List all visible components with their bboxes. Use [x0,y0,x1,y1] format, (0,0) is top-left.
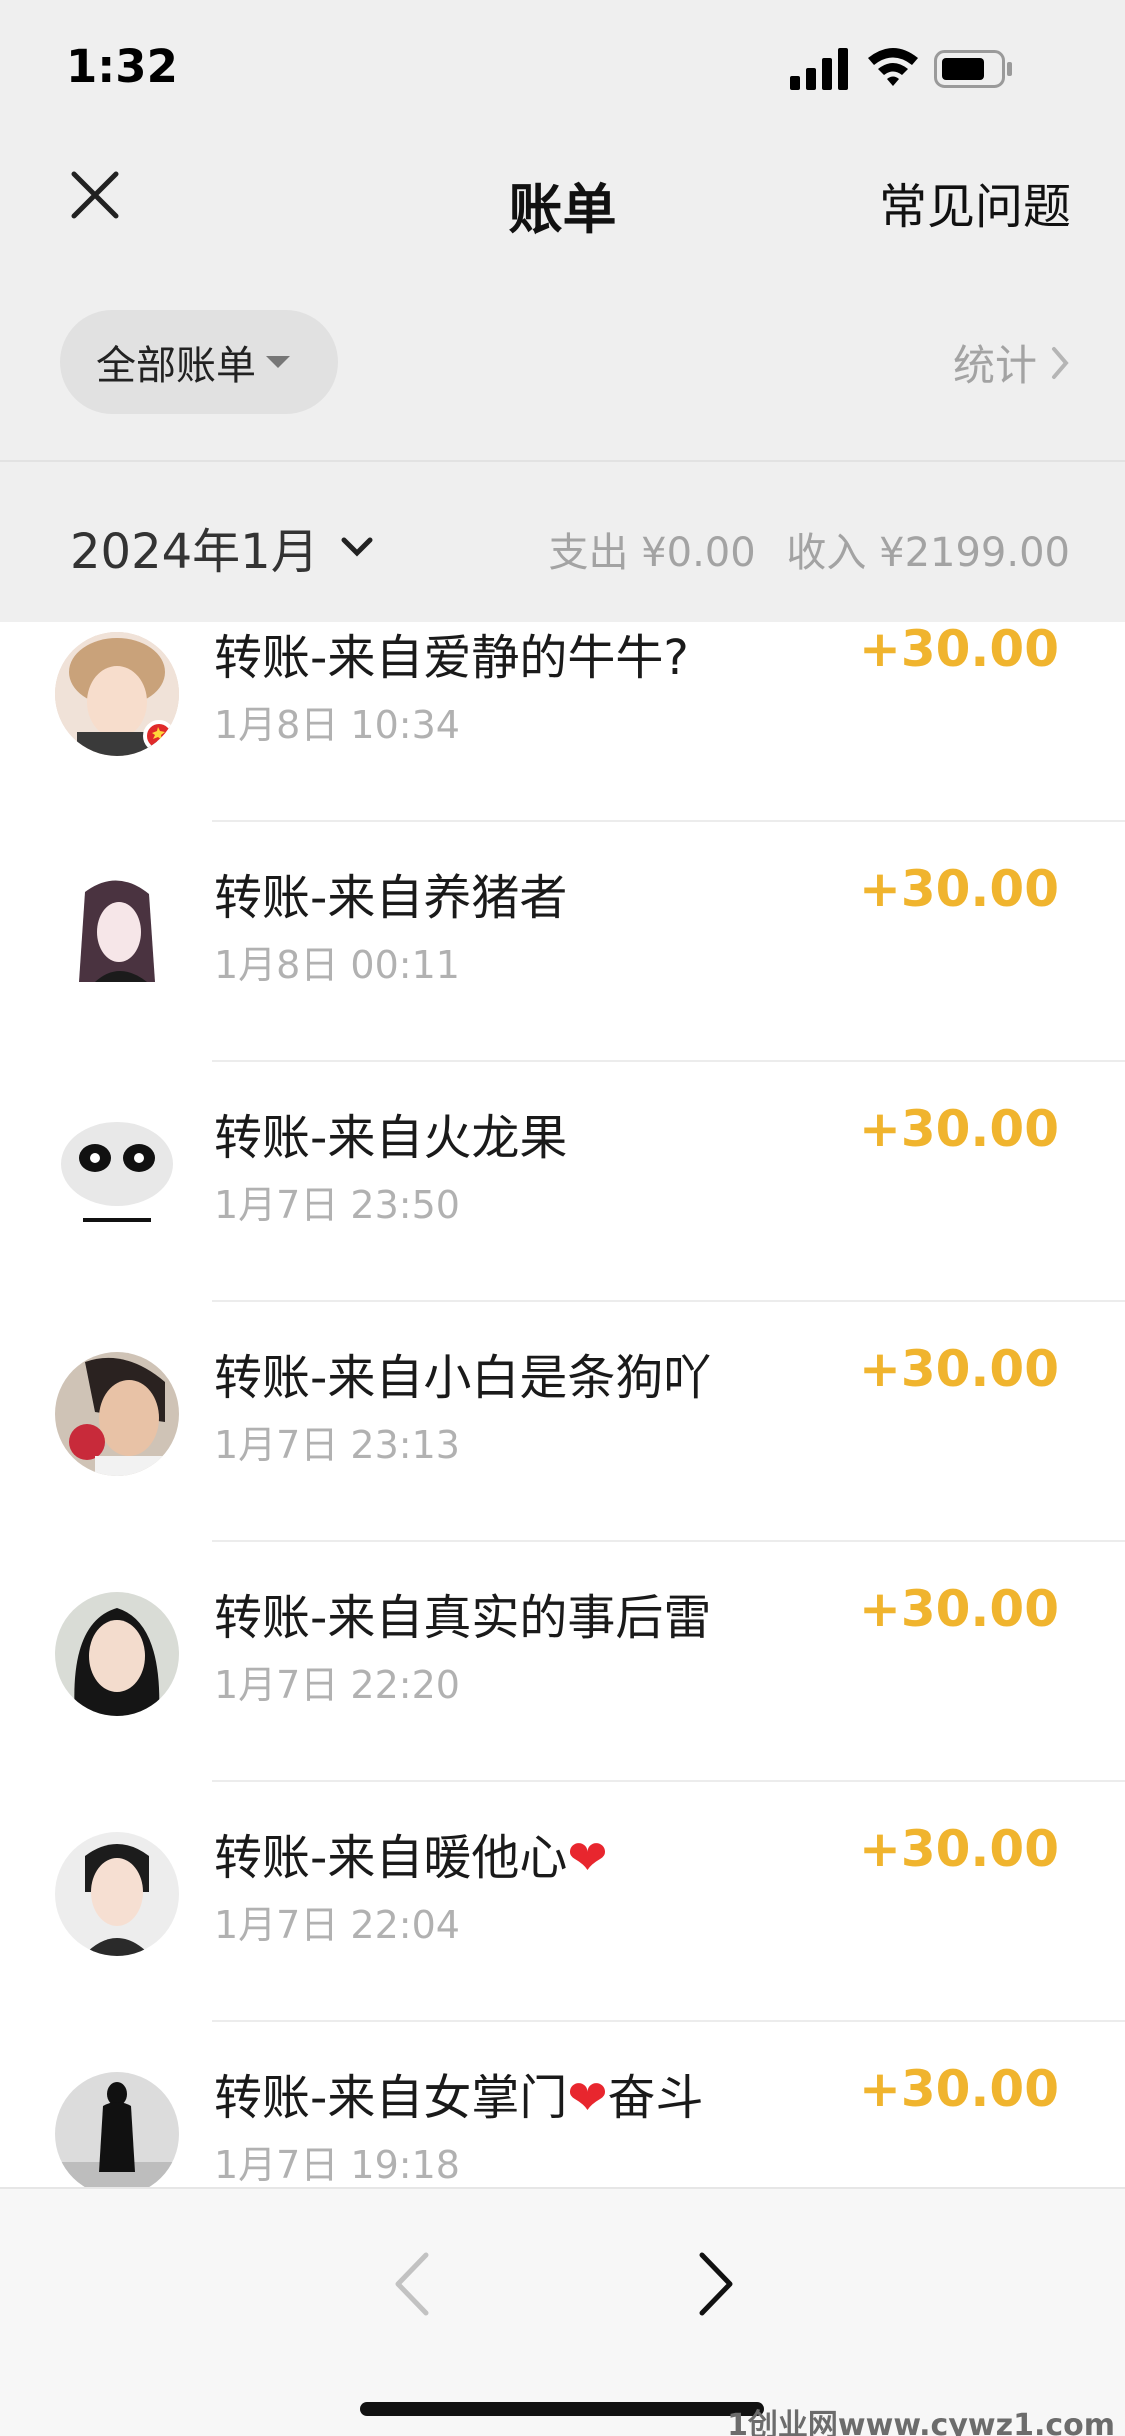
transaction-item[interactable]: 转账-来自真实的事后雷 1月7日 22:20 +30.00 [0,1542,1125,1782]
transaction-amount: +30.00 [858,1340,1059,1398]
transaction-item[interactable]: 转账-来自火龙果 1月7日 23:50 +30.00 [0,1062,1125,1302]
transaction-time: 1月7日 19:18 [214,2143,460,2187]
transaction-time: 1月8日 10:34 [214,703,460,747]
transaction-time: 1月7日 23:13 [214,1423,460,1467]
transaction-title: 转账-来自暖他心❤ [214,1818,608,1888]
transaction-amount: +30.00 [858,860,1059,918]
avatar [55,632,179,756]
bill-filter-dropdown[interactable]: 全部账单 [60,310,338,414]
wifi-icon [868,48,918,86]
faq-link[interactable]: 常见问题 [879,167,1071,237]
bottom-toolbar [0,2187,1125,2436]
income-summary: 收入 ¥2199.00 [786,530,1070,576]
expense-summary: 支出 ¥0.00 [548,530,756,576]
avatar [55,1352,179,1476]
transaction-amount: +30.00 [858,2060,1059,2118]
transaction-item[interactable]: 转账-来自小白是条狗吖 1月7日 23:13 +30.00 [0,1302,1125,1542]
heart-icon: ❤ [567,1830,608,1886]
nav-bar: 账单 常见问题 [0,145,1125,255]
forward-arrow-icon[interactable] [696,2251,736,2317]
transaction-item[interactable]: 转账-来自爱静的牛牛? 1月8日 10:34 +30.00 [0,622,1125,822]
transaction-amount: +30.00 [858,1580,1059,1638]
transaction-time: 1月7日 22:04 [214,1903,460,1947]
status-time: 1:32 [66,40,178,93]
transaction-time: 1月7日 23:50 [214,1183,460,1227]
home-indicator [360,2402,764,2416]
month-selector[interactable]: 2024年1月 [70,512,373,582]
avatar [55,1832,179,1956]
avatar [55,1592,179,1716]
status-bar: 1:32 [0,0,1125,135]
transaction-amount: +30.00 [858,622,1059,678]
transaction-time: 1月8日 00:11 [214,943,460,987]
chevron-right-icon [1052,346,1069,379]
transaction-time: 1月7日 22:20 [214,1663,460,1707]
title-text-suffix: 奋斗 [607,2070,704,2126]
month-row: 2024年1月 支出 ¥0.00 收入 ¥2199.00 [0,462,1125,622]
transaction-amount: +30.00 [858,1100,1059,1158]
watermark: 1创业网www.cywz1.com [727,2408,1115,2436]
month-summary: 支出 ¥0.00 收入 ¥2199.00 [530,520,1070,578]
transaction-item[interactable]: 转账-来自暖他心❤ 1月7日 22:04 +30.00 [0,1782,1125,2022]
battery-icon [934,50,1012,88]
heart-icon: ❤ [567,2070,608,2126]
transaction-item[interactable]: 转账-来自女掌门❤奋斗 1月7日 19:18 +30.00 [0,2022,1125,2187]
stats-link[interactable]: 统计 [953,332,1069,393]
caret-down-icon [266,356,290,368]
avatar [55,872,179,996]
filter-label: 全部账单 [96,343,256,389]
stats-label: 统计 [952,341,1037,390]
transaction-list: 转账-来自爱静的牛牛? 1月8日 10:34 +30.00 转账-来自养猪者 1… [0,622,1125,2187]
transaction-title: 转账-来自爱静的牛牛? [214,630,689,686]
signal-icon [790,48,848,90]
transaction-title: 转账-来自真实的事后雷 [214,1590,712,1646]
transaction-title: 转账-来自女掌门❤奋斗 [214,2058,704,2128]
avatar [55,1112,179,1236]
title-text: 转账-来自女掌门 [214,2070,568,2126]
transaction-item[interactable]: 转账-来自养猪者 1月8日 00:11 +30.00 [0,822,1125,1062]
transaction-amount: +30.00 [858,1820,1059,1878]
chevron-down-icon [341,537,373,557]
transaction-title: 转账-来自火龙果 [214,1110,568,1166]
back-arrow-icon[interactable] [392,2251,432,2317]
avatar [55,2072,179,2187]
transaction-title: 转账-来自小白是条狗吖 [214,1350,712,1406]
transaction-title: 转账-来自养猪者 [214,870,568,926]
month-label: 2024年1月 [70,524,319,580]
title-text: 转账-来自暖他心 [214,1830,568,1886]
